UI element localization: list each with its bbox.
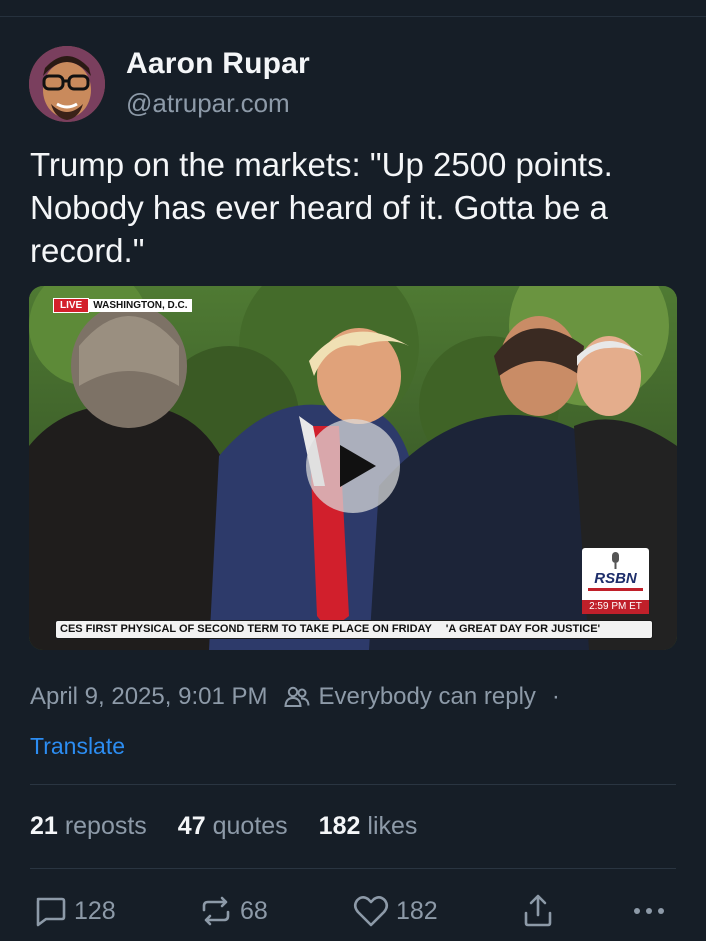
- repost-icon: [202, 896, 230, 926]
- engagement-stats: 21 reposts 47 quotes 182 likes: [30, 812, 448, 841]
- broadcast-time: 2:59 PM ET: [582, 600, 649, 614]
- live-label: LIVE: [53, 298, 90, 313]
- network-logo: RSBN 2:59 PM ET: [582, 548, 649, 614]
- repost-count: 68: [240, 896, 268, 925]
- action-bar: 128 68 182: [0, 893, 706, 933]
- heart-icon: [353, 896, 389, 927]
- location-label: WASHINGTON, D.C.: [89, 299, 192, 312]
- more-options-icon: [634, 908, 664, 914]
- play-button[interactable]: [306, 419, 400, 513]
- stats-top-divider: [30, 784, 676, 785]
- like-count: 182: [396, 896, 438, 925]
- reply-setting: Everybody can reply: [318, 683, 536, 710]
- post-meta: April 9, 2025, 9:01 PM Everybody can rep…: [30, 683, 560, 711]
- share-icon: [524, 894, 552, 927]
- play-icon: [340, 445, 376, 487]
- avatar[interactable]: [29, 46, 105, 122]
- translate-link[interactable]: Translate: [30, 733, 125, 760]
- more-options-button[interactable]: [632, 893, 672, 929]
- network-logo-text: RSBN: [594, 570, 637, 587]
- stats-bottom-divider: [30, 868, 676, 869]
- people-icon: [284, 684, 310, 710]
- ticker-right-text: 'A GREAT DAY FOR JUSTICE': [445, 623, 601, 635]
- author-handle[interactable]: @atrupar.com: [126, 88, 290, 119]
- like-button[interactable]: 182: [352, 893, 438, 929]
- live-badge: LIVE WASHINGTON, D.C.: [53, 298, 192, 313]
- post-text: Trump on the markets: "Up 2500 points. N…: [30, 146, 613, 269]
- post-timestamp[interactable]: April 9, 2025, 9:01 PM: [30, 683, 267, 711]
- author-display-name[interactable]: Aaron Rupar: [126, 47, 310, 81]
- repost-button[interactable]: 68: [198, 893, 268, 929]
- ticker-left-text: CES FIRST PHYSICAL OF SECOND TERM TO TAK…: [60, 623, 432, 635]
- logo-stripe: [588, 588, 643, 591]
- meta-separator: ·: [551, 683, 560, 710]
- top-divider: [0, 16, 706, 17]
- reply-icon: [36, 897, 66, 927]
- video-player[interactable]: LIVE WASHINGTON, D.C. RSBN 2:59 PM ET CE…: [29, 286, 677, 650]
- reply-button[interactable]: 128: [32, 893, 116, 929]
- share-button[interactable]: [521, 893, 561, 929]
- quotes-stat[interactable]: 47 quotes: [178, 812, 288, 841]
- reposts-stat[interactable]: 21 reposts: [30, 812, 147, 841]
- reply-count: 128: [74, 896, 116, 925]
- news-ticker: CES FIRST PHYSICAL OF SECOND TERM TO TAK…: [55, 620, 653, 639]
- microphone-icon: [612, 552, 619, 569]
- likes-stat[interactable]: 182 likes: [319, 812, 418, 841]
